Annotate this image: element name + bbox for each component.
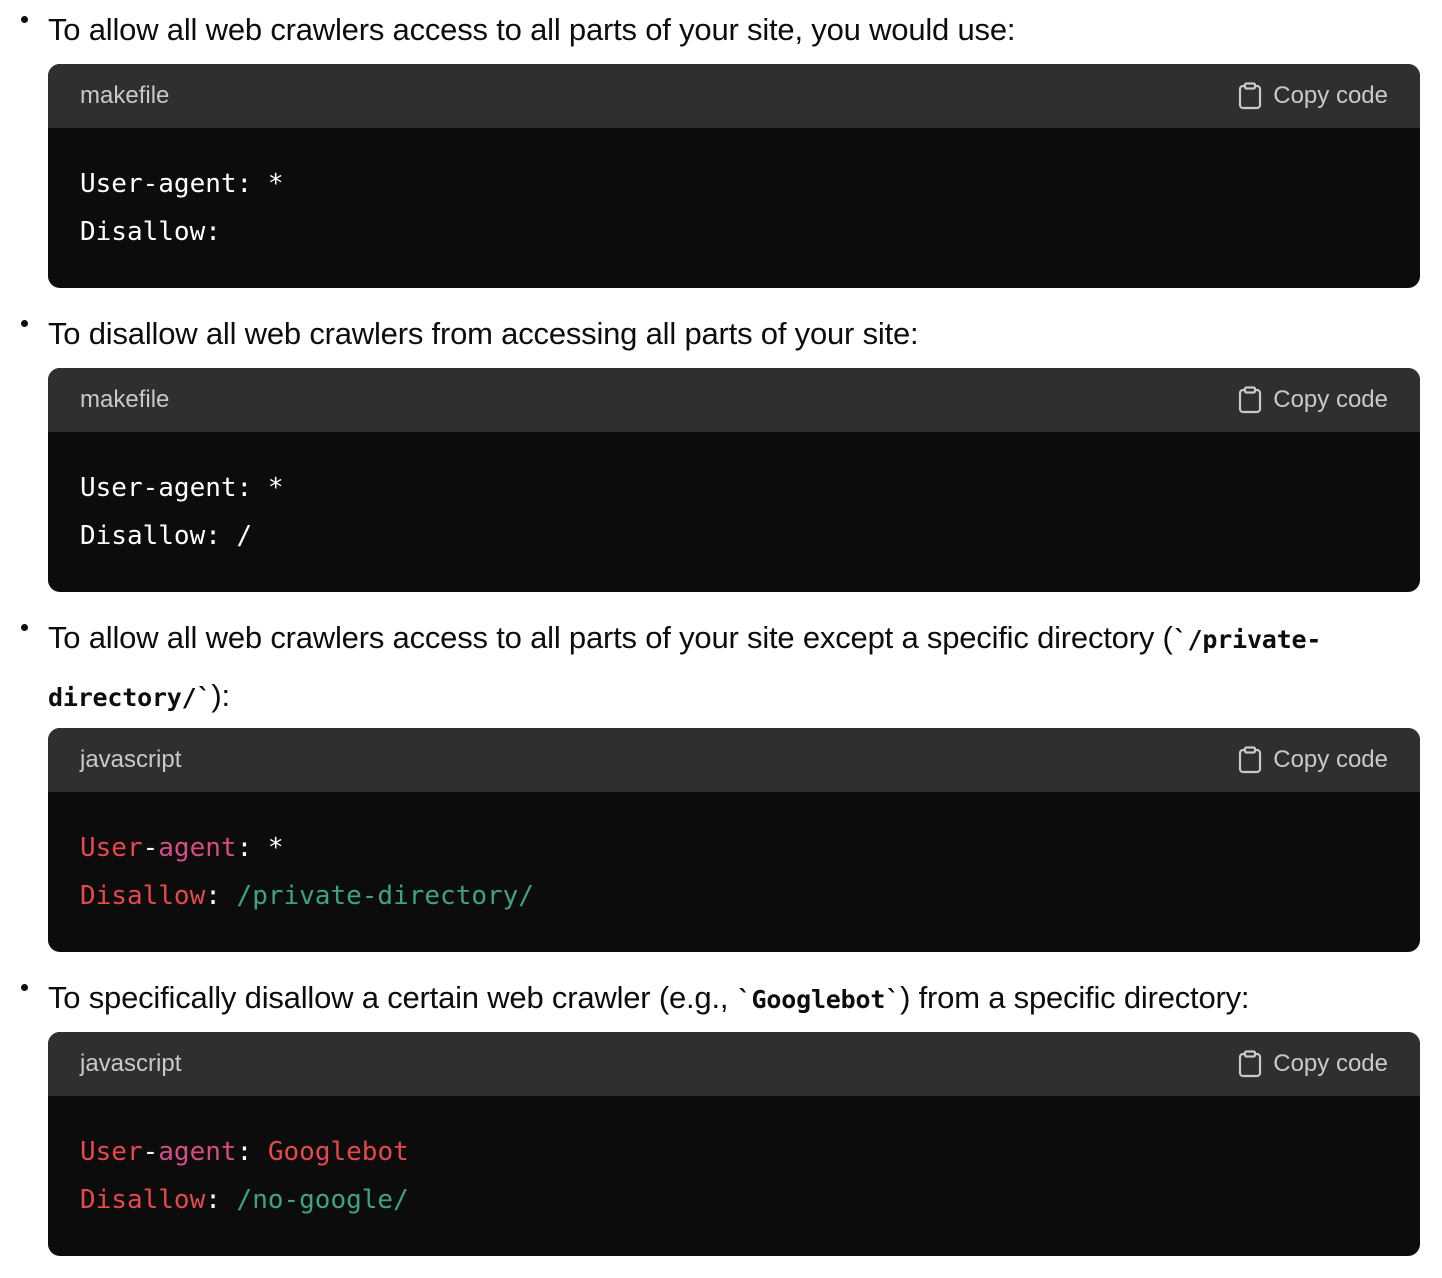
code-block: javascript Copy code User-agent: Googleb…: [48, 1032, 1420, 1256]
inline-code: `Googlebot`: [736, 985, 901, 1014]
code-token-value: Googlebot: [252, 1137, 409, 1167]
bullet-text-part: To allow all web crawlers access to all …: [48, 620, 1173, 655]
code-token-key: agent: [158, 1137, 237, 1167]
bullet-dot: [21, 320, 28, 327]
code-line: Disallow: /private-directory/: [80, 872, 534, 920]
code-token-colon: :: [236, 1137, 253, 1167]
code-line: User-agent: *: [80, 824, 534, 872]
copy-code-label: Copy code: [1273, 82, 1388, 109]
code-token-colon: :: [205, 881, 221, 911]
code-block-header: makefile Copy code: [48, 368, 1420, 432]
code-block: makefile Copy code User-agent: * Disallow…: [48, 368, 1420, 592]
code-token-value: /private-directory/: [220, 881, 534, 911]
code-line: Disallow:: [80, 217, 221, 247]
code-block-header: javascript Copy code: [48, 728, 1420, 792]
code-content[interactable]: User-agent: * Disallow: /private-director…: [80, 824, 534, 920]
copy-code-button[interactable]: Copy code: [1238, 728, 1388, 792]
code-token-colon: :: [205, 1185, 221, 1215]
code-line: User-agent: *: [80, 473, 284, 503]
copy-code-button[interactable]: Copy code: [1238, 64, 1388, 128]
copy-code-label: Copy code: [1273, 386, 1388, 413]
copy-code-button[interactable]: Copy code: [1238, 1032, 1388, 1096]
clipboard-icon: [1239, 386, 1262, 414]
code-language-label: makefile: [80, 386, 170, 413]
code-token-operator: -: [142, 1137, 159, 1167]
code-token-key: agent: [158, 833, 237, 863]
code-line: Disallow: /no-google/: [80, 1176, 409, 1224]
code-line: User-agent: *: [80, 169, 284, 199]
code-block-header: javascript Copy code: [48, 1032, 1420, 1096]
bullet-text: To disallow all web crawlers from access…: [48, 316, 919, 351]
code-token-key: Disallow: [80, 1185, 206, 1215]
code-language-label: javascript: [80, 1050, 182, 1077]
copy-code-label: Copy code: [1273, 746, 1388, 773]
code-block: javascript Copy code User-agent: * Disall…: [48, 728, 1420, 952]
code-language-label: makefile: [80, 82, 170, 109]
code-token-value: /no-google/: [220, 1185, 409, 1215]
bullet-text: To allow all web crawlers access to all …: [48, 610, 1420, 726]
code-token-value: *: [252, 833, 284, 863]
code-block-header: makefile Copy code: [48, 64, 1420, 128]
code-token-operator: -: [142, 833, 159, 863]
bullet-dot: [21, 624, 28, 631]
bullet-text-part: ):: [211, 678, 230, 713]
code-line: Disallow: /: [80, 521, 253, 551]
code-content[interactable]: User-agent: Googlebot Disallow: /no-googl…: [80, 1128, 409, 1224]
code-block: makefile Copy code User-agent: * Disallow…: [48, 64, 1420, 288]
code-token-key: User: [80, 833, 143, 863]
code-token-key: Disallow: [80, 881, 206, 911]
bullet-dot: [21, 984, 28, 991]
clipboard-icon: [1239, 746, 1262, 774]
bullet-text-part: To specifically disallow a certain web c…: [48, 980, 737, 1015]
bullet-dot: [21, 16, 28, 23]
copy-code-button[interactable]: Copy code: [1238, 368, 1388, 432]
code-content[interactable]: User-agent: * Disallow:: [80, 160, 284, 256]
code-token-colon: :: [236, 833, 253, 863]
bullet-text: To specifically disallow a certain web c…: [48, 970, 1420, 1028]
clipboard-icon: [1239, 82, 1262, 110]
copy-code-label: Copy code: [1273, 1050, 1388, 1077]
code-language-label: javascript: [80, 746, 182, 773]
code-token-key: User: [80, 1137, 143, 1167]
code-content[interactable]: User-agent: * Disallow: /: [80, 464, 284, 560]
code-line: User-agent: Googlebot: [80, 1128, 409, 1176]
bullet-text: To allow all web crawlers access to all …: [48, 12, 1016, 47]
clipboard-icon: [1239, 1050, 1262, 1078]
bullet-text-part: ) from a specific directory:: [900, 980, 1250, 1015]
